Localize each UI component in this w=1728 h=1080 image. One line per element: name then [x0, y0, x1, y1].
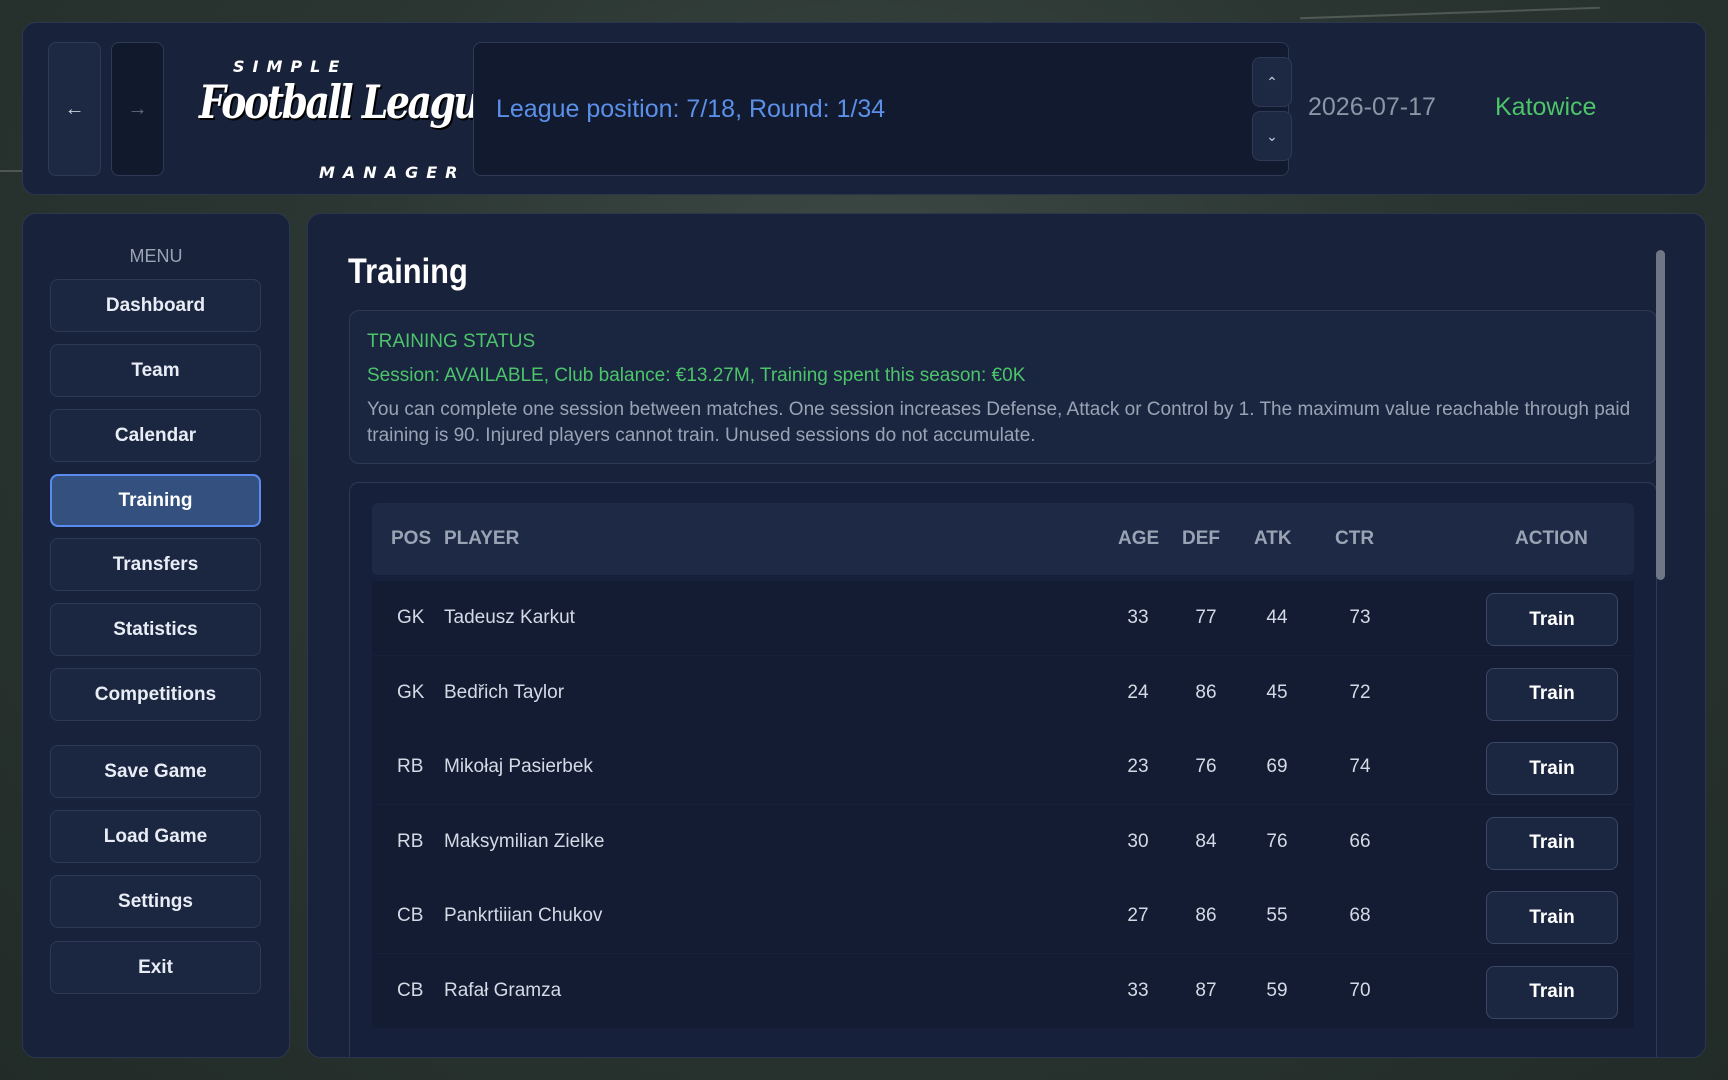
- menu-item-dashboard[interactable]: Dashboard: [50, 279, 261, 332]
- menu-item-exit[interactable]: Exit: [50, 941, 261, 994]
- league-status-text: League position: 7/18, Round: 1/34: [496, 95, 886, 123]
- cell-def: 76: [1195, 756, 1217, 777]
- cell-pos: RB: [397, 830, 424, 852]
- header-def: DEF: [1182, 528, 1220, 549]
- scrollbar-thumb[interactable]: [1656, 250, 1665, 580]
- arrow-left-icon: ←: [64, 97, 85, 120]
- logo-line-simple: SIMPLE: [233, 57, 348, 76]
- forward-button[interactable]: →: [111, 42, 164, 176]
- menu-item-save-game[interactable]: Save Game: [50, 745, 261, 798]
- page-title: Training: [348, 252, 468, 291]
- cell-age: 30: [1127, 830, 1149, 852]
- menu-item-statistics[interactable]: Statistics: [50, 603, 261, 656]
- table-row: CB Rafał Gramza 33 87 59 70 Train: [372, 953, 1634, 1028]
- cell-def: 84: [1195, 830, 1217, 852]
- cell-atk: 44: [1266, 607, 1288, 628]
- cell-ctr: 70: [1349, 979, 1371, 1001]
- header-player: PLAYER: [444, 528, 520, 549]
- menu-item-load-game[interactable]: Load Game: [50, 810, 261, 863]
- cell-player: Mikołaj Pasierbek: [444, 756, 593, 777]
- club-city: Katowice: [1495, 93, 1597, 121]
- menu-item-training[interactable]: Training: [50, 474, 261, 527]
- arrow-right-icon: →: [127, 97, 148, 120]
- train-button[interactable]: Train: [1486, 593, 1618, 646]
- top-bar: ← → SIMPLE Football League MANAGER Leagu…: [22, 22, 1706, 195]
- logo-line-football-league: Football League: [199, 75, 502, 129]
- chevron-up-icon: ⌃: [1266, 73, 1278, 90]
- table-row: RB Maksymilian Zielke 30 84 76 66 Train: [372, 804, 1634, 879]
- menu-item-competitions[interactable]: Competitions: [50, 668, 261, 721]
- back-button[interactable]: ←: [48, 42, 101, 176]
- header-action: ACTION: [1515, 528, 1588, 549]
- cell-def: 77: [1195, 607, 1217, 628]
- cell-pos: CB: [397, 905, 424, 926]
- menu-title: MENU: [129, 246, 183, 266]
- cell-pos: CB: [397, 979, 424, 1001]
- cell-def: 86: [1195, 681, 1217, 703]
- train-button[interactable]: Train: [1486, 965, 1618, 1019]
- cell-pos: GK: [397, 607, 425, 628]
- cell-def: 87: [1195, 979, 1217, 1001]
- scroll-up-button[interactable]: ⌃: [1252, 57, 1292, 107]
- header-ctr: CTR: [1335, 528, 1375, 549]
- cell-def: 86: [1195, 905, 1217, 926]
- sidebar-menu: MENU Dashboard Team Calendar Training Tr…: [22, 213, 290, 1058]
- train-button[interactable]: Train: [1486, 667, 1618, 721]
- status-summary: Session: AVAILABLE, Club balance: €13.27…: [367, 365, 1026, 386]
- table-row: GK Tadeusz Karkut 33 77 44 73 Train: [372, 581, 1634, 655]
- current-date: 2026-07-17: [1308, 93, 1436, 121]
- cell-ctr: 68: [1349, 905, 1371, 926]
- cell-ctr: 74: [1349, 756, 1371, 777]
- header-pos: POS: [391, 528, 432, 549]
- cell-pos: RB: [397, 756, 424, 777]
- cell-ctr: 66: [1349, 830, 1371, 852]
- logo-line-manager: MANAGER: [319, 163, 466, 182]
- cell-atk: 45: [1266, 681, 1288, 703]
- cell-player: Tadeusz Karkut: [444, 607, 575, 628]
- menu-item-transfers[interactable]: Transfers: [50, 538, 261, 591]
- table-header: POS PLAYER AGE DEF ATK CTR ACTION: [372, 503, 1634, 575]
- menu-item-calendar[interactable]: Calendar: [50, 409, 261, 462]
- chevron-down-icon: ⌄: [1266, 127, 1278, 144]
- header-atk: ATK: [1254, 528, 1292, 549]
- cell-player: Bedřich Taylor: [444, 681, 565, 703]
- table-row: GK Bedřich Taylor 24 86 45 72 Train: [372, 655, 1634, 730]
- table-row: RB Mikołaj Pasierbek 23 76 69 74 Train: [372, 730, 1634, 804]
- scroll-down-button[interactable]: ⌄: [1252, 111, 1292, 161]
- header-age: AGE: [1118, 528, 1160, 549]
- train-button[interactable]: Train: [1486, 891, 1618, 944]
- cell-ctr: 73: [1349, 607, 1371, 628]
- game-logo: SIMPLE Football League MANAGER: [199, 53, 502, 182]
- cell-pos: GK: [397, 681, 425, 703]
- menu-item-team[interactable]: Team: [50, 344, 261, 397]
- main-panel: Training TRAINING STATUS Session: AVAILA…: [307, 213, 1706, 1058]
- cell-age: 27: [1127, 905, 1149, 926]
- cell-age: 24: [1127, 681, 1149, 703]
- league-status-box: League position: 7/18, Round: 1/34 ⌃ ⌄: [473, 42, 1292, 176]
- players-table: POS PLAYER AGE DEF ATK CTR ACTION GK Tade…: [349, 482, 1657, 1057]
- cell-atk: 55: [1266, 905, 1288, 926]
- training-status-card: TRAINING STATUS Session: AVAILABLE, Club…: [349, 310, 1657, 464]
- cell-player: Pankrtiiian Chukov: [444, 905, 603, 926]
- cell-age: 33: [1127, 979, 1149, 1001]
- cell-age: 23: [1127, 756, 1149, 777]
- table-row: CB Pankrtiiian Chukov 27 86 55 68 Train: [372, 879, 1634, 953]
- cell-age: 33: [1127, 607, 1149, 628]
- cell-atk: 76: [1266, 830, 1288, 852]
- train-button[interactable]: Train: [1486, 742, 1618, 795]
- cell-atk: 59: [1266, 979, 1288, 1001]
- train-button[interactable]: Train: [1486, 816, 1618, 870]
- status-description: You can complete one session between mat…: [367, 399, 1631, 446]
- cell-player: Rafał Gramza: [444, 979, 562, 1001]
- cell-ctr: 72: [1349, 681, 1371, 703]
- cell-atk: 69: [1266, 756, 1288, 777]
- status-heading: TRAINING STATUS: [367, 331, 536, 352]
- menu-item-settings[interactable]: Settings: [50, 875, 261, 928]
- cell-player: Maksymilian Zielke: [444, 830, 605, 852]
